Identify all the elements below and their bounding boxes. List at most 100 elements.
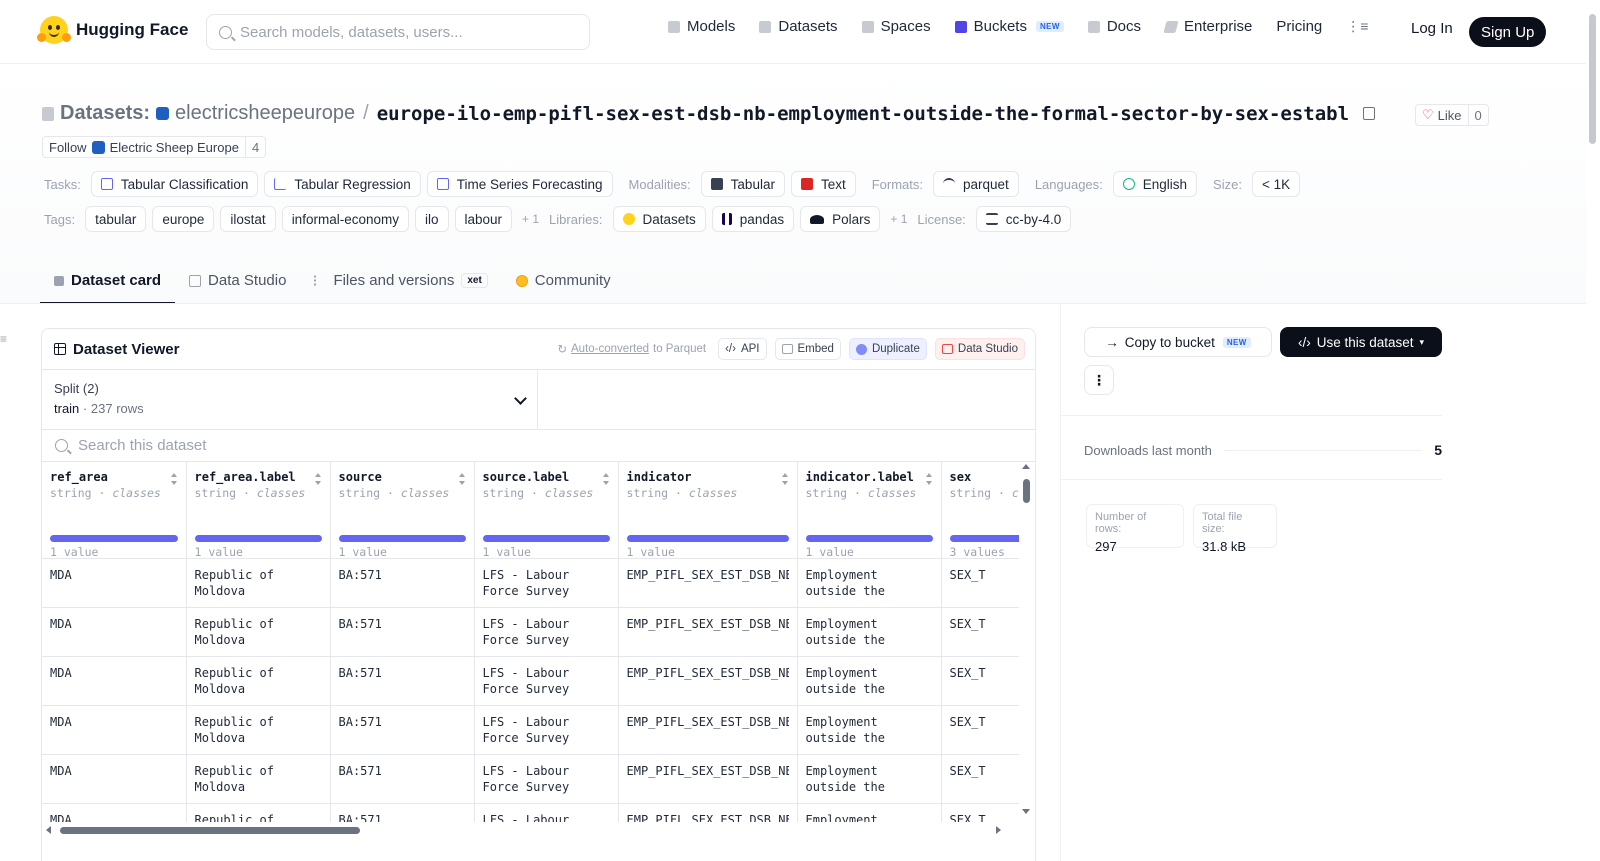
- signup-button[interactable]: Sign Up: [1469, 17, 1547, 47]
- table-row[interactable]: MDA Republic of Moldova BA:571 LFS - Labour…: [42, 656, 1035, 706]
- tag-chip[interactable]: tabular: [85, 206, 147, 232]
- license-chip[interactable]: cc-by-4.0: [975, 206, 1072, 232]
- tab-data-studio[interactable]: Data Studio: [175, 258, 300, 303]
- table-cell[interactable]: LFS - Labour Force Survey: [474, 705, 619, 755]
- column-header[interactable]: ref_area.label string · classes 1 value: [186, 462, 331, 559]
- modality-chip[interactable]: Text: [790, 171, 856, 197]
- table-cell[interactable]: EMP_PIFL_SEX_EST_DSB_NB: [618, 656, 798, 706]
- table-cell[interactable]: EMP_PIFL_SEX_EST_DSB_NB: [618, 607, 798, 657]
- more-options-button[interactable]: ⋮: [1084, 365, 1114, 395]
- embed-button[interactable]: Embed: [774, 338, 841, 360]
- table-cell[interactable]: Republic of Moldova: [186, 705, 331, 755]
- sort-icon[interactable]: [602, 473, 610, 485]
- table-cell[interactable]: Republic of Moldova: [186, 754, 331, 804]
- column-header[interactable]: source string · classes 1 value: [330, 462, 475, 559]
- dataset-search-input[interactable]: [78, 437, 578, 454]
- table-cell[interactable]: Republic of Moldova: [186, 558, 331, 608]
- table-cell[interactable]: MDA: [42, 803, 187, 822]
- table-cell[interactable]: Employment outside the formal sector…: [797, 754, 942, 804]
- login-link[interactable]: Log In: [1411, 20, 1453, 37]
- table-cell[interactable]: LFS - Labour Force Survey: [474, 607, 619, 657]
- table-cell[interactable]: MDA: [42, 607, 187, 657]
- table-row[interactable]: MDA Republic of Moldova BA:571 LFS - Labour…: [42, 803, 1035, 822]
- library-chip[interactable]: Polars: [800, 206, 881, 232]
- table-row[interactable]: MDA Republic of Moldova BA:571 LFS - Labour…: [42, 754, 1035, 804]
- table-cell[interactable]: Employment outside the formal sector…: [797, 558, 942, 608]
- tab-dataset-card[interactable]: Dataset card: [40, 258, 176, 304]
- tag-chip[interactable]: ilostat: [220, 206, 276, 232]
- table-cell[interactable]: Employment outside the formal sector…: [797, 705, 942, 755]
- distribution-bar[interactable]: [50, 535, 178, 542]
- table-row[interactable]: MDA Republic of Moldova BA:571 LFS - Labour…: [42, 705, 1035, 755]
- table-cell[interactable]: BA:571: [330, 754, 475, 804]
- table-cell[interactable]: BA:571: [330, 656, 475, 706]
- distribution-bar[interactable]: [194, 535, 322, 542]
- tab-community[interactable]: Community: [502, 258, 625, 303]
- sort-icon[interactable]: [458, 473, 466, 485]
- table-cell[interactable]: EMP_PIFL_SEX_EST_DSB_NB: [618, 705, 798, 755]
- table-row[interactable]: MDA Republic of Moldova BA:571 LFS - Labour…: [42, 607, 1035, 657]
- libraries-more[interactable]: + 1: [890, 212, 907, 226]
- brand-logo[interactable]: Hugging Face: [37, 16, 188, 44]
- sort-icon[interactable]: [781, 473, 789, 485]
- table-cell[interactable]: Employment outside the formal sector…: [797, 607, 942, 657]
- distribution-bar[interactable]: [482, 535, 610, 542]
- sort-icon[interactable]: [925, 473, 933, 485]
- dataset-table-wrapper[interactable]: ref_area string · classes 1 value ref_area.…: [42, 462, 1035, 822]
- distribution-bar[interactable]: [338, 535, 466, 542]
- table-cell[interactable]: EMP_PIFL_SEX_EST_DSB_NB: [618, 754, 798, 804]
- table-cell[interactable]: Republic of Moldova: [186, 803, 331, 822]
- table-cell[interactable]: MDA: [42, 656, 187, 706]
- tag-chip[interactable]: labour: [454, 206, 513, 232]
- copy-to-bucket-button[interactable]: → Copy to bucket NEW: [1084, 327, 1272, 357]
- copy-icon[interactable]: [1363, 107, 1376, 120]
- api-button[interactable]: ‹/› API: [718, 338, 767, 360]
- repo-name[interactable]: europe-ilo-emp-pifl-sex-est-dsb-nb-emplo…: [377, 103, 1349, 125]
- column-header[interactable]: indicator.label string · classes 1 value: [797, 462, 942, 559]
- distribution-bar[interactable]: [805, 535, 933, 542]
- library-chip[interactable]: Datasets: [612, 206, 706, 232]
- modality-chip[interactable]: Tabular: [700, 171, 785, 197]
- tab-files-and-versions[interactable]: Files and versions xet: [300, 258, 501, 303]
- table-cell[interactable]: MDA: [42, 754, 187, 804]
- follow-button[interactable]: Follow Electric Sheep Europe 4: [42, 136, 267, 158]
- task-chip[interactable]: Tabular Classification: [90, 171, 259, 197]
- like-button[interactable]: ♡ Like 0: [1415, 104, 1489, 126]
- table-cell[interactable]: BA:571: [330, 607, 475, 657]
- size-chip[interactable]: < 1K: [1251, 171, 1301, 197]
- table-cell[interactable]: EMP_PIFL_SEX_EST_DSB_NB: [618, 558, 798, 608]
- global-search-input[interactable]: [240, 23, 560, 41]
- table-cell[interactable]: BA:571: [330, 705, 475, 755]
- table-cell[interactable]: MDA: [42, 705, 187, 755]
- duplicate-button[interactable]: Duplicate: [848, 338, 927, 360]
- table-cell[interactable]: Republic of Moldova: [186, 656, 331, 706]
- nav-spaces[interactable]: Spaces: [861, 18, 931, 35]
- nav-models[interactable]: Models: [668, 18, 735, 35]
- table-cell[interactable]: LFS - Labour Force Survey: [474, 803, 619, 822]
- tags-more[interactable]: + 1: [522, 212, 539, 226]
- column-header[interactable]: indicator string · classes 1 value: [618, 462, 798, 559]
- page-scrollbar[interactable]: [1589, 14, 1596, 144]
- column-header[interactable]: ref_area string · classes 1 value: [42, 462, 187, 559]
- sort-icon[interactable]: [170, 473, 178, 485]
- table-cell[interactable]: LFS - Labour Force Survey: [474, 558, 619, 608]
- table-cell[interactable]: LFS - Labour Force Survey: [474, 656, 619, 706]
- table-cell[interactable]: MDA: [42, 558, 187, 608]
- language-chip[interactable]: English: [1112, 171, 1198, 197]
- sort-icon[interactable]: [314, 473, 322, 485]
- library-chip[interactable]: pandas: [711, 206, 795, 232]
- format-chip[interactable]: parquet: [933, 171, 1019, 197]
- table-cell[interactable]: Employment outside the formal sector…: [797, 656, 942, 706]
- table-horizontal-scrollbar[interactable]: [46, 824, 1001, 836]
- nav-more-menu[interactable]: ⋮≡: [1346, 18, 1368, 35]
- table-cell[interactable]: Republic of Moldova: [186, 607, 331, 657]
- dataset-search[interactable]: [42, 430, 1035, 462]
- nav-datasets[interactable]: Datasets: [759, 18, 838, 35]
- nav-docs[interactable]: Docs: [1087, 18, 1141, 35]
- toc-toggle-icon[interactable]: ≡: [0, 332, 7, 346]
- nav-buckets[interactable]: Buckets NEW: [954, 18, 1064, 35]
- repo-org-link[interactable]: electricsheepeurope: [175, 102, 355, 125]
- table-cell[interactable]: LFS - Labour Force Survey: [474, 754, 619, 804]
- nav-enterprise[interactable]: Enterprise: [1163, 18, 1252, 35]
- tag-chip[interactable]: informal-economy: [281, 206, 409, 232]
